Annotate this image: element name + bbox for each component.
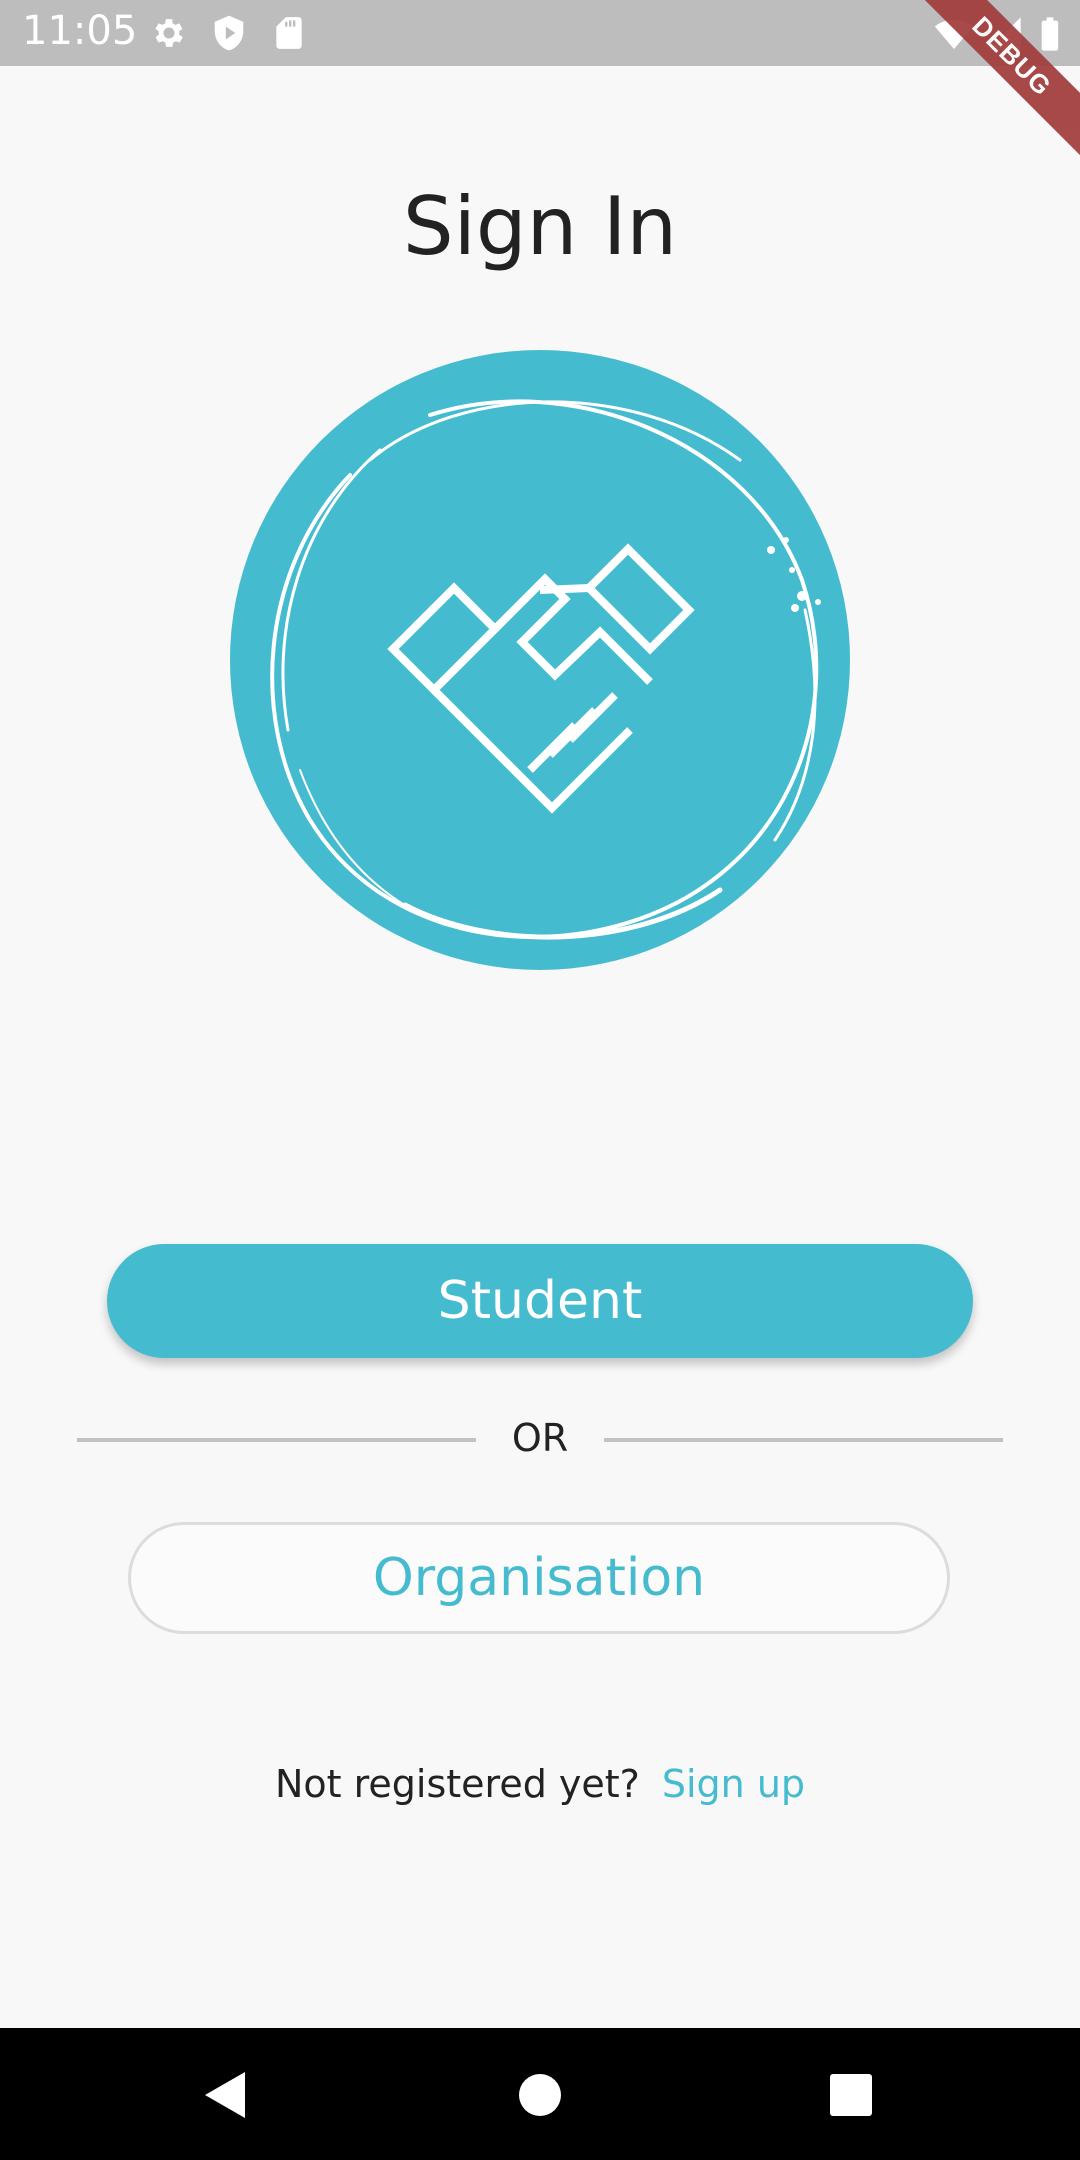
gear-icon [155, 19, 183, 47]
divider-right [604, 1438, 1003, 1442]
page-title: Sign In [402, 180, 678, 273]
or-label: OR [511, 1416, 569, 1460]
organisation-button[interactable]: Organisation [128, 1522, 950, 1634]
signup-prompt: Not registered yet? [274, 1762, 640, 1806]
signup-row: Not registered yet? Sign up [0, 1762, 1080, 1806]
divider-left [77, 1438, 476, 1442]
sd-card-icon [276, 17, 302, 49]
signup-link[interactable]: Sign up [662, 1762, 805, 1806]
back-icon[interactable] [180, 2050, 270, 2140]
status-bar: 11:05 [0, 0, 1080, 66]
sign-in-screen: 11:05 DEBUG Sign In Student OR Organisat… [0, 0, 1080, 2160]
shield-play-icon [214, 15, 244, 51]
status-time: 11:05 [22, 8, 138, 54]
navigation-bar [0, 2028, 1080, 2160]
recents-icon[interactable] [806, 2050, 896, 2140]
home-icon[interactable] [495, 2050, 585, 2140]
student-button[interactable]: Student [107, 1244, 973, 1358]
handshake-logo [230, 350, 850, 970]
